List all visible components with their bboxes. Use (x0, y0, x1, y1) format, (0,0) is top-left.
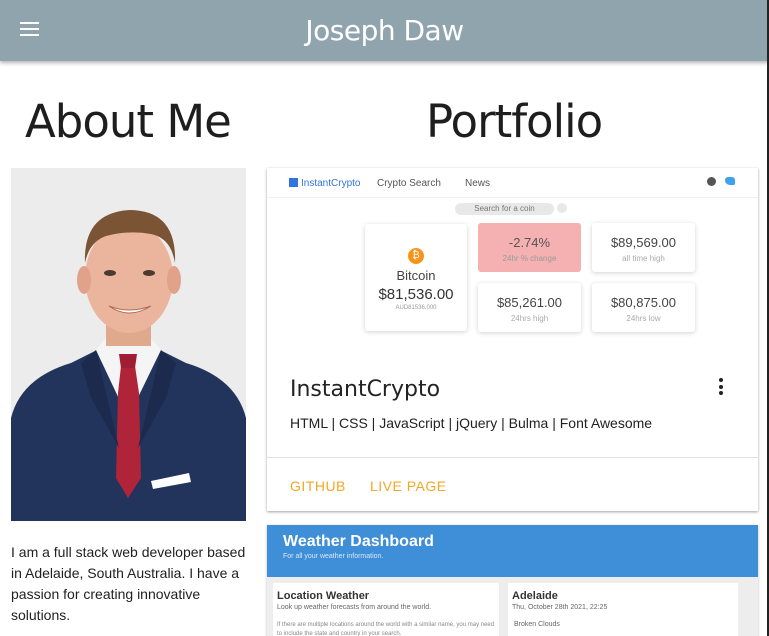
weather-preview-date: Thu, October 28th 2021, 22:25 (512, 604, 608, 611)
weather-preview-search-panel: Location Weather Look up weather forecas… (273, 583, 499, 636)
card-divider (267, 457, 758, 458)
project-card: InstantCrypto Crypto Search News Search … (267, 168, 758, 511)
live-page-link[interactable]: LIVE PAGE (370, 478, 447, 494)
weather-preview-left-heading: Location Weather (277, 590, 370, 602)
preview-high-label: 24hrs high (510, 314, 549, 323)
github-link[interactable]: GITHUB (290, 478, 346, 494)
preview-high-box: $85,261.00 24hrs high (478, 283, 581, 332)
preview-ath-label: all time high (622, 254, 665, 263)
weather-preview-left-sub: Look up weather forecasts from around th… (277, 604, 432, 611)
weather-preview-title: Weather Dashboard (283, 533, 434, 550)
preview-brand: InstantCrypto (289, 178, 360, 189)
weather-preview-subtitle: For all your weather information. (283, 553, 384, 560)
about-heading: About Me (25, 95, 232, 148)
preview-coin-name: Bitcoin (396, 268, 436, 283)
weather-preview-header[interactable]: Weather Dashboard For all your weather i… (267, 525, 758, 577)
preview-high-value: $85,261.00 (496, 295, 563, 310)
weather-preview-condition: Broken Clouds (514, 621, 560, 628)
project-card: Weather Dashboard For all your weather i… (267, 525, 758, 636)
app-bar: Joseph Daw (0, 0, 769, 61)
preview-ath-box: $89,569.00 all time high (592, 223, 695, 272)
bitcoin-icon: ₿ (408, 248, 424, 264)
about-bio: I am a full stack web developer based in… (11, 544, 246, 623)
project-title: InstantCrypto (290, 377, 441, 402)
weather-preview-body: Location Weather Look up weather forecas… (267, 577, 758, 636)
preview-github-icon (707, 177, 716, 186)
preview-low-label: 24hrs low (626, 314, 661, 323)
preview-change-value: -2.74% (508, 235, 551, 250)
weather-preview-city-panel: Adelaide Thu, October 28th 2021, 22:25 B… (508, 583, 738, 636)
project-tech-stack: HTML | CSS | JavaScript | jQuery | Bulma… (290, 415, 653, 431)
preview-search-box: Search for a coin (455, 203, 554, 215)
preview-coin-box: ₿ Bitcoin $81,536.00 AUD81536.000 (365, 224, 467, 331)
preview-nav-news: News (465, 178, 491, 189)
preview-twitter-icon (725, 177, 735, 185)
app-title: Joseph Daw (305, 14, 464, 47)
profile-photo (11, 168, 246, 521)
preview-low-box: $80,875.00 24hrs low (592, 283, 695, 332)
preview-ath-value: $89,569.00 (610, 235, 677, 250)
preview-search-icon (557, 203, 567, 213)
preview-coin-sub: AUD81536.000 (395, 305, 437, 311)
project-preview-image[interactable]: InstantCrypto Crypto Search News Search … (267, 168, 758, 350)
preview-change-label: 24hr % change (502, 254, 557, 263)
portfolio-heading: Portfolio (426, 95, 603, 148)
preview-coin-price: $81,536.00 (378, 286, 454, 303)
preview-nav-search: Crypto Search (377, 178, 441, 189)
preview-low-value: $80,875.00 (610, 295, 677, 310)
weather-preview-city: Adelaide (512, 590, 558, 602)
preview-change-box: -2.74% 24hr % change (478, 223, 581, 272)
preview-navbar: InstantCrypto Crypto Search News (267, 168, 758, 198)
more-vert-icon[interactable] (717, 378, 725, 398)
weather-preview-left-text: If there are multiple locations around t… (277, 622, 495, 636)
